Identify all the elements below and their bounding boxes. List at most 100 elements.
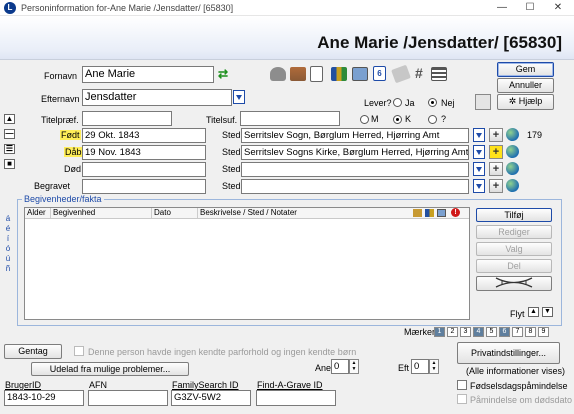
sex-m-radio[interactable] [360, 115, 369, 124]
letter-u-acute[interactable]: ú [4, 254, 12, 264]
eft-input[interactable]: 0 [411, 359, 429, 374]
gentag-button[interactable]: Gentag [4, 344, 62, 359]
list-icon[interactable] [431, 67, 447, 81]
maerke-6-toggle[interactable]: 6 [499, 327, 510, 337]
dna-button[interactable] [476, 276, 552, 291]
tilfoej-button[interactable]: Tilføj [476, 208, 552, 222]
place-dropdown[interactable] [473, 128, 485, 142]
nav-list-button[interactable]: ☰ [4, 144, 15, 154]
stamp-icon[interactable] [391, 64, 411, 84]
events-table[interactable]: Alder Begivenhed Dato Beskrivelse / Sted… [24, 207, 470, 320]
close-button[interactable]: ✕ [544, 0, 572, 16]
color-swatch[interactable] [475, 94, 491, 110]
maerke-3-toggle[interactable]: 3 [460, 327, 471, 337]
maerke-8-toggle[interactable]: 8 [525, 327, 536, 337]
maerke-7-toggle[interactable]: 7 [512, 327, 523, 337]
globe-icon[interactable] [506, 179, 519, 192]
udelad-button[interactable]: Udelad fra mulige problemer... [31, 362, 189, 376]
move-up-button[interactable]: ▲ [528, 307, 539, 317]
del-button[interactable]: Del [476, 259, 552, 273]
event-place-input[interactable] [241, 179, 469, 194]
titelpraef-input[interactable] [82, 111, 172, 126]
brugerid-label[interactable]: BrugerID [5, 380, 41, 390]
efternavn-input[interactable]: Jensdatter [82, 89, 232, 106]
letter-i-acute[interactable]: í [4, 234, 12, 244]
calendar-icon[interactable]: 6 [373, 66, 386, 81]
globe-icon[interactable] [506, 145, 519, 158]
event-place-input[interactable]: Serritslev Sogn, Børglum Herred, Hjørrin… [241, 128, 469, 143]
event-date-input[interactable] [82, 179, 206, 194]
event-date-input[interactable] [82, 162, 206, 177]
photo-icon[interactable] [352, 67, 368, 81]
no-parents-checkbox[interactable] [74, 346, 84, 356]
place-dropdown[interactable] [473, 162, 485, 176]
maerke-4-toggle[interactable]: 4 [473, 327, 484, 337]
nav-minus-button[interactable]: — [4, 129, 15, 139]
familysearch-input[interactable]: G3ZV-5W2 [171, 390, 251, 406]
sex-unknown-radio[interactable] [428, 115, 437, 124]
col-dato[interactable]: Dato [151, 208, 171, 218]
afn-input[interactable] [88, 390, 168, 406]
books-icon[interactable] [331, 67, 347, 81]
sources-icon[interactable] [413, 209, 422, 217]
alert-icon[interactable]: ! [451, 208, 460, 217]
fornavn-input[interactable]: Ane Marie [82, 66, 214, 83]
col-begivenhed[interactable]: Begivenhed [50, 208, 95, 218]
books-icon[interactable] [425, 209, 434, 217]
privatindstillinger-button[interactable]: Privatindstillinger... [457, 342, 560, 364]
deathday-reminder-checkbox[interactable] [457, 394, 467, 404]
maerke-2-toggle[interactable]: 2 [447, 327, 458, 337]
letter-a-acute[interactable]: á [4, 214, 12, 224]
add-source-button[interactable]: + [489, 128, 503, 142]
event-date-input[interactable]: 29 Okt. 1843 [82, 128, 206, 143]
event-date-input[interactable]: 19 Nov. 1843 [82, 145, 206, 160]
valg-button[interactable]: Valg [476, 242, 552, 256]
add-source-button[interactable]: + [489, 179, 503, 193]
maximize-button[interactable]: ☐ [516, 0, 544, 16]
document-icon[interactable] [310, 66, 323, 82]
maerke-9-toggle[interactable]: 9 [538, 327, 549, 337]
place-dropdown[interactable] [473, 179, 485, 193]
lever-nej-radio[interactable] [428, 98, 437, 107]
annuller-button[interactable]: Annuller [497, 78, 554, 93]
photo-icon[interactable] [437, 209, 446, 217]
letter-e-acute[interactable]: é [4, 224, 12, 234]
maerke-1-toggle[interactable]: 1 [434, 327, 445, 337]
col-alder[interactable]: Alder [27, 208, 46, 218]
ane-spinner[interactable]: ▲ ▼ [349, 359, 359, 374]
titelsuf-input[interactable] [240, 111, 340, 126]
rediger-button[interactable]: Rediger [476, 225, 552, 239]
gem-button[interactable]: Gem [497, 62, 554, 77]
add-source-button[interactable]: + [489, 145, 503, 159]
nav-up-button[interactable]: ▲ [4, 114, 15, 124]
globe-icon[interactable] [506, 128, 519, 141]
brugerid-input[interactable]: 1843-10-29 [4, 390, 84, 406]
house-icon[interactable] [290, 67, 306, 81]
nav-square-button[interactable]: ■ [4, 159, 15, 169]
swap-names-icon[interactable]: ⇄ [218, 67, 228, 81]
ane-input[interactable]: 0 [331, 359, 349, 374]
place-dropdown[interactable] [473, 145, 485, 159]
efternavn-dropdown[interactable] [233, 90, 245, 104]
birthday-reminder-checkbox[interactable] [457, 380, 467, 390]
findagrave-label[interactable]: Find-A-Grave ID [257, 380, 323, 390]
hjaelp-button[interactable]: ✲ Hjælp [497, 94, 554, 110]
sex-k-radio[interactable] [393, 115, 402, 124]
maerke-5-toggle[interactable]: 5 [486, 327, 497, 337]
minimize-button[interactable]: — [488, 0, 516, 16]
hash-icon[interactable]: # [415, 65, 423, 81]
people-icon[interactable] [270, 67, 286, 81]
move-down-button[interactable]: ▼ [542, 307, 553, 317]
event-place-input[interactable] [241, 162, 469, 177]
event-place-input[interactable]: Serritslev Sogns Kirke, Børglum Herred, … [241, 145, 469, 160]
letter-o-acute[interactable]: ó [4, 244, 12, 254]
letter-n-tilde[interactable]: ñ [4, 264, 12, 274]
eft-spinner[interactable]: ▲ ▼ [429, 359, 439, 374]
add-source-button[interactable]: + [489, 162, 503, 176]
lever-ja-radio[interactable] [393, 98, 402, 107]
col-beskrivelse[interactable]: Beskrivelse / Sted / Notater [197, 208, 297, 218]
familysearch-label[interactable]: FamilySearch ID [172, 380, 239, 390]
globe-icon[interactable] [506, 162, 519, 175]
app-icon: L [4, 2, 16, 14]
findagrave-input[interactable] [256, 390, 336, 406]
